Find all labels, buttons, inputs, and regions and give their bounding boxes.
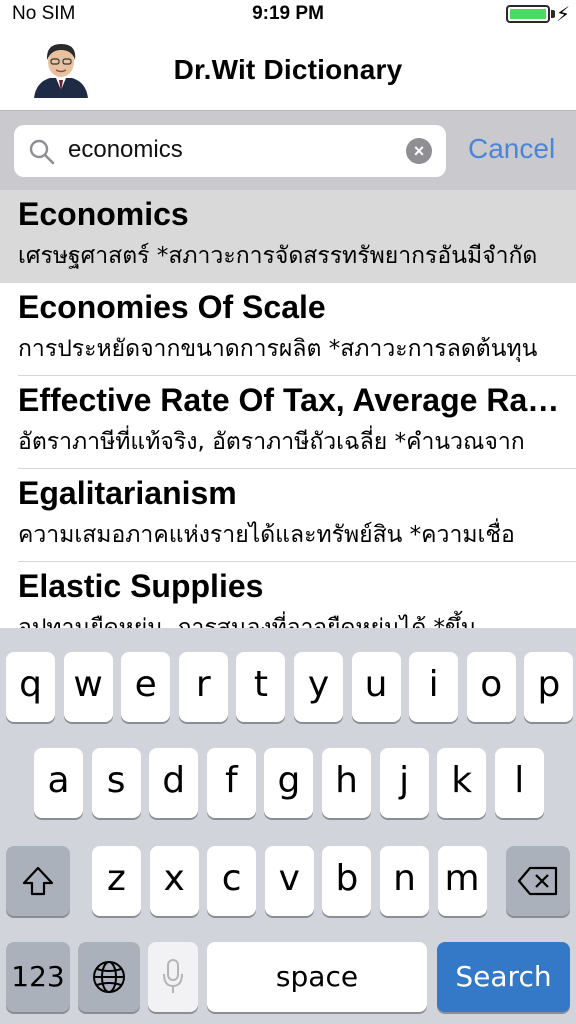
microphone-icon <box>163 959 183 993</box>
result-definition: อัตราภาษีที่แท้จริง, อัตราภาษีถัวเฉลี่ย … <box>18 429 525 455</box>
key-k[interactable]: k <box>437 748 487 818</box>
result-term: Egalitarianism <box>18 475 237 511</box>
key-z[interactable]: z <box>92 846 141 916</box>
clear-icon[interactable]: × <box>406 138 432 164</box>
key-f[interactable]: f <box>206 748 256 818</box>
result-term: Economies Of Scale <box>18 289 326 325</box>
key-i[interactable]: i <box>409 652 459 722</box>
result-definition: การประหยัดจากขนาดการผลิต *สภาวะการลดต้นท… <box>18 336 538 362</box>
result-definition: ความเสมอภาคแห่งรายได้และทรัพย์สิน *ความเ… <box>18 522 515 548</box>
key-g[interactable]: g <box>264 748 314 818</box>
key-q[interactable]: q <box>6 652 55 722</box>
key-a[interactable]: a <box>34 748 83 818</box>
status-time: 9:19 PM <box>252 3 324 24</box>
charging-bolt-icon: ⚡ <box>555 4 570 26</box>
search-input[interactable]: economics × <box>14 125 446 177</box>
key-e[interactable]: e <box>121 652 171 722</box>
key-m[interactable]: m <box>437 846 487 916</box>
key-h[interactable]: h <box>322 748 371 818</box>
list-item[interactable]: Elastic Supplies อุปทานยืดหยุ่น, การสนอง… <box>0 562 576 628</box>
list-item[interactable]: Economies Of Scale การประหยัดจากขนาดการผ… <box>0 283 576 376</box>
key-w[interactable]: w <box>63 652 113 722</box>
list-item[interactable]: Economics เศรษฐศาสตร์ *สภาวะการจัดสรรทรั… <box>0 190 576 283</box>
key-x[interactable]: x <box>149 846 199 916</box>
key-y[interactable]: y <box>294 652 343 722</box>
globe-icon <box>93 961 125 993</box>
search-bar: economics × Cancel <box>0 110 576 190</box>
shift-icon <box>22 866 54 896</box>
dictation-key[interactable] <box>148 942 198 1012</box>
search-key[interactable]: Search <box>437 942 570 1012</box>
key-b[interactable]: b <box>322 846 372 916</box>
space-key[interactable]: space <box>207 942 427 1012</box>
search-icon <box>29 139 55 165</box>
status-bar: No SIM 9:19 PM ⚡ <box>0 0 576 28</box>
key-v[interactable]: v <box>264 846 314 916</box>
list-item[interactable]: Egalitarianism ความเสมอภาคแห่งรายได้และท… <box>0 469 576 562</box>
result-definition: เศรษฐศาสตร์ *สภาวะการจัดสรรทรัพยากรอันมี… <box>18 243 538 269</box>
key-u[interactable]: u <box>351 652 401 722</box>
battery-cap <box>551 10 555 18</box>
battery-icon <box>506 5 550 23</box>
result-term: Elastic Supplies <box>18 568 264 604</box>
numbers-key[interactable]: 123 <box>6 942 70 1012</box>
key-p[interactable]: p <box>524 652 574 722</box>
result-definition: อุปทานยืดหยุ่น, การสนองที่อาจยืดหยุ่นได้… <box>18 615 477 628</box>
result-term: Economics <box>18 196 189 232</box>
key-n[interactable]: n <box>380 846 429 916</box>
key-r[interactable]: r <box>178 652 228 722</box>
cancel-button[interactable]: Cancel <box>468 133 555 165</box>
list-item[interactable]: Effective Rate Of Tax, Average Rate Of T… <box>0 376 576 469</box>
key-s[interactable]: s <box>91 748 141 818</box>
search-query-text[interactable]: economics <box>68 136 183 164</box>
key-l[interactable]: l <box>494 748 544 818</box>
page-title: Dr.Wit Dictionary <box>173 54 403 85</box>
key-j[interactable]: j <box>379 748 429 818</box>
key-o[interactable]: o <box>466 652 516 722</box>
key-d[interactable]: d <box>149 748 199 818</box>
backspace-icon <box>517 866 558 896</box>
result-term: Effective Rate Of Tax, Average Rate Of T… <box>18 382 568 418</box>
nav-bar: Dr.Wit Dictionary <box>0 28 576 110</box>
key-t[interactable]: t <box>236 652 286 722</box>
globe-key[interactable] <box>78 942 140 1012</box>
shift-key[interactable] <box>6 846 70 916</box>
keyboard: 123 space Search qwertyuiop asdfghjkl zxcv… <box>0 628 576 1024</box>
key-c[interactable]: c <box>207 846 257 916</box>
delete-key[interactable] <box>506 846 570 916</box>
results-list: Economics เศรษฐศาสตร์ *สภาวะการจัดสรรทรั… <box>0 190 576 628</box>
